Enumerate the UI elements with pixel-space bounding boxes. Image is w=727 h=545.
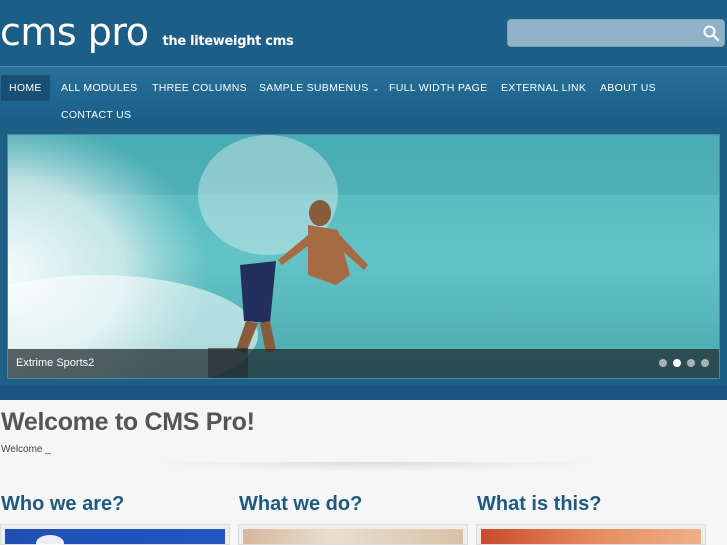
main-nav: HOME ALL MODULES THREE COLUMNS SAMPLE SU… [0, 66, 727, 128]
nav-item-label: ABOUT US [600, 82, 656, 94]
image-slider: Extrime Sports2 [0, 128, 727, 386]
nav-item-sample-submenus[interactable]: SAMPLE SUBMENUS ⌄ [251, 75, 388, 101]
column-image-who-we-are [0, 524, 230, 545]
logo-text: cms pro [0, 10, 149, 54]
thumb-image [481, 529, 701, 544]
nav-item-all-modules[interactable]: ALL MODULES [53, 75, 145, 101]
nav-item-three-columns[interactable]: THREE COLUMNS [144, 75, 255, 101]
search-icon[interactable] [702, 24, 720, 42]
slider-pagination [659, 359, 709, 367]
nav-item-label: EXTERNAL LINK [501, 82, 587, 94]
slider-dot[interactable] [687, 359, 695, 367]
section-divider [150, 462, 600, 472]
nav-item-label: HOME [9, 82, 42, 94]
nav-item-external-link[interactable]: EXTERNAL LINK [493, 75, 594, 101]
nav-item-label: ALL MODULES [61, 82, 138, 94]
column-title-what-is-this: What is this? [477, 493, 602, 515]
column-title-what-we-do: What we do? [239, 493, 363, 515]
column-image-what-is-this [476, 524, 706, 545]
slide-frame: Extrime Sports2 [7, 134, 720, 379]
slide-image[interactable] [8, 135, 719, 378]
chevron-down-icon: ⌄ [372, 84, 380, 93]
slider-dot-active[interactable] [673, 359, 681, 367]
thumb-graphic [36, 535, 64, 545]
nav-item-label: THREE COLUMNS [152, 82, 247, 94]
slide-caption: Extrime Sports2 [16, 357, 95, 369]
thumb-image [243, 529, 463, 544]
site-header: cms pro the liteweight cms HOME ALL MODU… [0, 0, 727, 400]
column-title-who-we-are: Who we are? [1, 493, 125, 515]
nav-item-contact-us[interactable]: CONTACT US [53, 102, 139, 128]
welcome-text: Welcome _ [1, 444, 51, 455]
nav-item-about-us[interactable]: ABOUT US [592, 75, 664, 101]
thumb-image [5, 529, 225, 545]
nav-item-label: FULL WIDTH PAGE [389, 82, 488, 94]
site-logo[interactable]: cms pro the liteweight cms [0, 10, 294, 54]
nav-item-full-width-page[interactable]: FULL WIDTH PAGE [381, 75, 495, 101]
nav-item-home[interactable]: HOME [1, 75, 50, 101]
slider-dot[interactable] [659, 359, 667, 367]
main-content: Welcome to CMS Pro! Welcome _ Who we are… [0, 400, 727, 545]
nav-item-label: SAMPLE SUBMENUS [259, 82, 369, 94]
nav-item-label: CONTACT US [61, 109, 132, 121]
slide-caption-bar: Extrime Sports2 [8, 349, 719, 378]
search-box [507, 19, 725, 47]
column-image-what-we-do [238, 524, 468, 545]
search-input[interactable] [514, 24, 699, 42]
logo-tagline: the liteweight cms [162, 34, 294, 49]
slider-dot[interactable] [701, 359, 709, 367]
page-title: Welcome to CMS Pro! [1, 408, 255, 436]
